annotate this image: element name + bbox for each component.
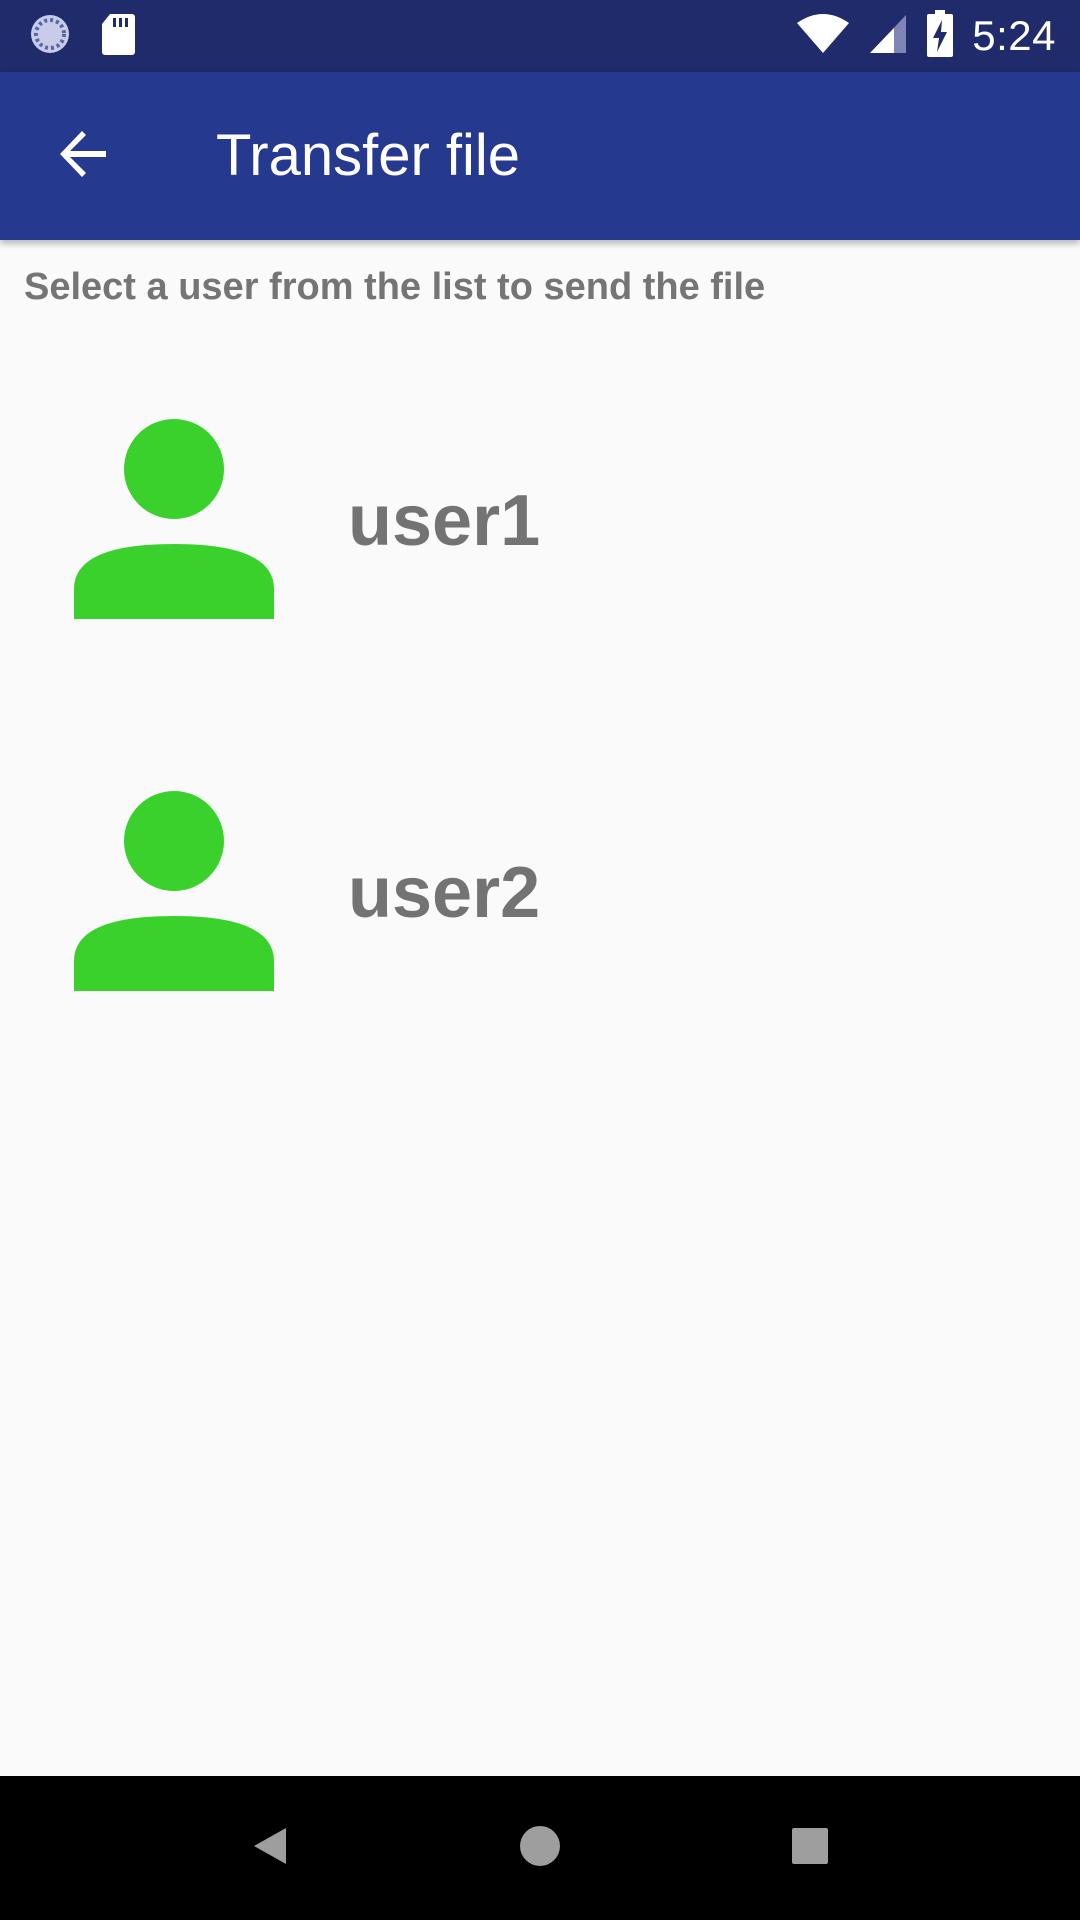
nav-back-icon (248, 1824, 292, 1873)
sync-icon (28, 12, 72, 61)
app-bar: Transfer file (0, 72, 1080, 240)
instructions-text: Select a user from the list to send the … (24, 266, 766, 308)
nav-recents-button[interactable] (774, 1812, 846, 1884)
page-title: Transfer file (216, 123, 521, 188)
nav-home-button[interactable] (504, 1812, 576, 1884)
wifi-icon (796, 13, 850, 60)
person-icon (74, 419, 274, 619)
back-button[interactable] (48, 120, 120, 192)
battery-charging-icon (926, 9, 954, 63)
person-icon (74, 791, 274, 991)
user-list-item[interactable]: user1 (0, 372, 1080, 744)
signal-icon (868, 13, 908, 60)
navigation-bar (0, 1776, 1080, 1920)
user-list-item[interactable]: user2 (0, 744, 1080, 1116)
status-time: 5:24 (972, 12, 1056, 59)
user-name: user1 (348, 481, 541, 561)
user-list: user1 user2 (0, 372, 1080, 1116)
nav-back-button[interactable] (234, 1812, 306, 1884)
arrow-back-icon (58, 128, 110, 185)
sd-card-icon (100, 12, 136, 61)
user-name: user2 (348, 853, 541, 933)
status-bar: 5:24 (0, 0, 1080, 72)
nav-home-icon (518, 1824, 562, 1873)
nav-recents-icon (788, 1824, 832, 1873)
